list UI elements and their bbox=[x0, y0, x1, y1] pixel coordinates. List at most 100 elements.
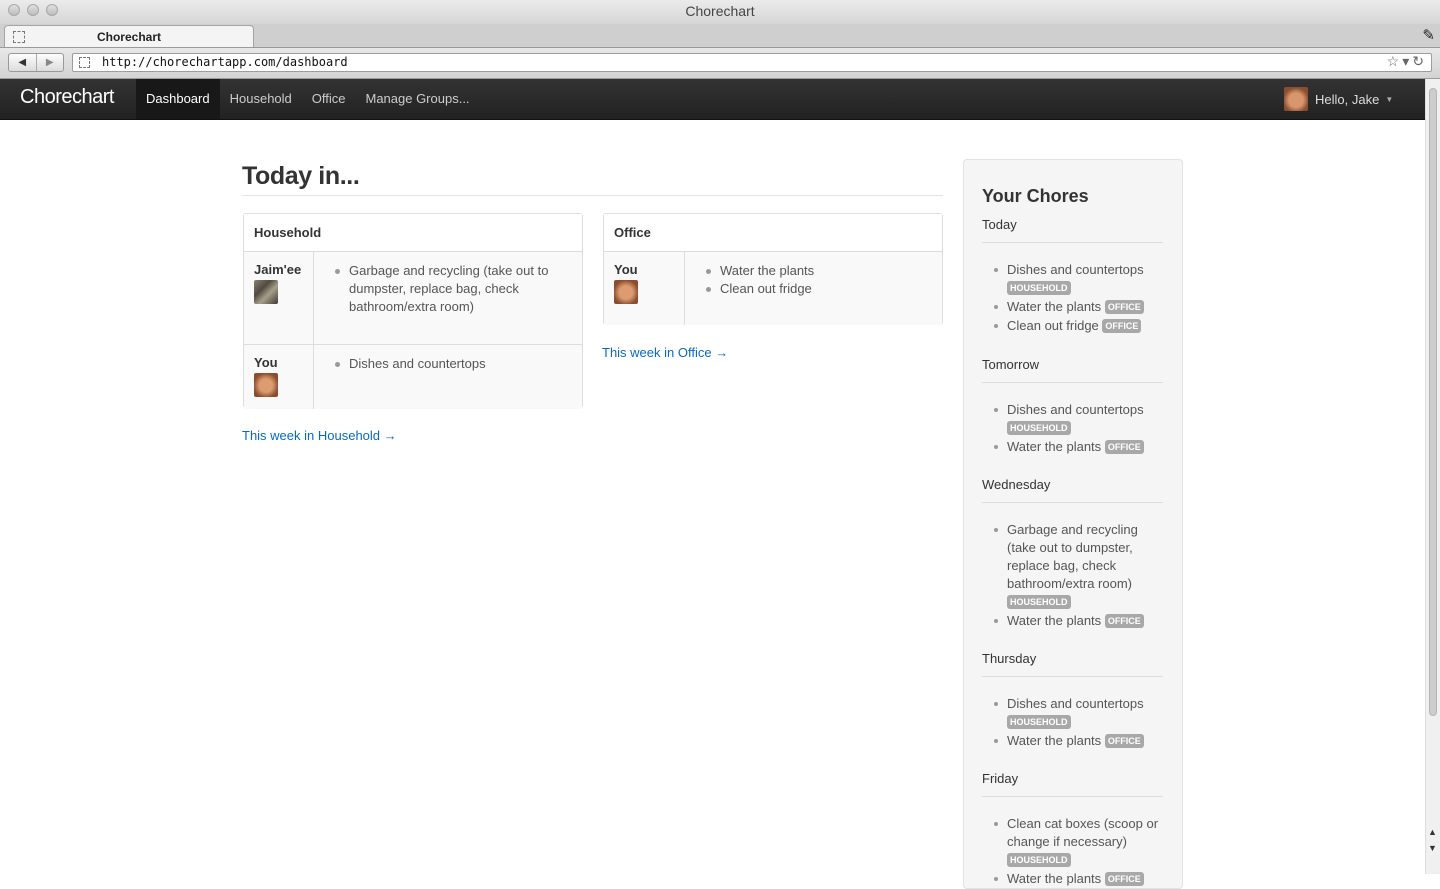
avatar bbox=[614, 280, 638, 304]
user-avatar bbox=[1284, 87, 1308, 111]
chore-text: Dishes and countertops bbox=[1007, 262, 1144, 277]
group-badge: HOUSEHOLD bbox=[1007, 853, 1071, 867]
person-name: You bbox=[254, 355, 278, 370]
group-header: Office bbox=[604, 214, 942, 252]
user-greeting: Hello, Jake bbox=[1315, 91, 1380, 107]
nav-manage-groups[interactable]: Manage Groups... bbox=[355, 79, 479, 119]
day-chore-list: Dishes and countertops HOUSEHOLD Water t… bbox=[994, 401, 1167, 457]
person-cell: Jaim'ee bbox=[244, 252, 314, 344]
page-title: Today in... bbox=[242, 162, 360, 190]
browser-tab[interactable]: Chorechart bbox=[4, 25, 254, 47]
window-title: Chorechart bbox=[685, 3, 755, 19]
chore-text: Dishes and countertops bbox=[1007, 696, 1144, 711]
day-heading: Today bbox=[982, 217, 1017, 232]
group-card-office: Office You Water the plants Clean out fr… bbox=[603, 213, 943, 325]
list-item: Water the plants OFFICE bbox=[994, 870, 1167, 888]
avatar bbox=[254, 280, 278, 304]
main-nav: Dashboard Household Office Manage Groups… bbox=[136, 79, 480, 119]
group-header: Household bbox=[244, 214, 582, 252]
day-heading: Thursday bbox=[982, 651, 1037, 666]
minimize-window-button[interactable] bbox=[27, 4, 39, 16]
nav-dashboard[interactable]: Dashboard bbox=[136, 79, 220, 119]
tab-bar: Chorechart ✎ bbox=[0, 24, 1440, 48]
chore-text: Water the plants bbox=[1007, 439, 1102, 454]
day-divider bbox=[982, 242, 1163, 243]
list-item: Dishes and countertops HOUSEHOLD bbox=[994, 401, 1167, 437]
list-item: Water the plants OFFICE bbox=[994, 612, 1167, 630]
scroll-up-icon[interactable]: ▲ bbox=[1428, 827, 1437, 837]
group-badge: HOUSEHOLD bbox=[1007, 421, 1071, 435]
week-household-link[interactable]: This week in Household → bbox=[242, 428, 397, 443]
list-item: Garbage and recycling (take out to dumps… bbox=[994, 521, 1167, 611]
list-item: Water the plants bbox=[706, 262, 932, 280]
day-heading: Friday bbox=[982, 771, 1019, 786]
reload-icon[interactable]: ↻ bbox=[1412, 53, 1427, 69]
chores-cell: Dishes and countertops bbox=[314, 345, 582, 409]
week-office-link[interactable]: This week in Office → bbox=[602, 345, 728, 360]
page-scrollbar[interactable]: ▲ ▼ bbox=[1425, 79, 1440, 874]
group-badge: OFFICE bbox=[1102, 319, 1142, 333]
table-row: Jaim'ee Garbage and recycling (take out … bbox=[244, 252, 582, 345]
nav-household[interactable]: Household bbox=[220, 79, 302, 119]
chore-text: Clean cat boxes (scoop or change if nece… bbox=[1007, 816, 1159, 849]
dropdown-arrow-icon[interactable]: ▾ bbox=[1402, 53, 1412, 69]
list-item: Clean out fridge OFFICE bbox=[994, 317, 1167, 335]
day-divider bbox=[982, 502, 1163, 503]
caret-down-icon: ▼ bbox=[1385, 94, 1394, 104]
user-menu[interactable]: Hello, Jake ▼ bbox=[1284, 87, 1393, 111]
url-bar-actions: ☆▾↻ bbox=[1387, 53, 1427, 70]
list-item: Water the plants OFFICE bbox=[994, 438, 1167, 456]
url-favicon-icon bbox=[79, 57, 90, 68]
group-badge: HOUSEHOLD bbox=[1007, 281, 1071, 295]
chore-text: Water the plants bbox=[1007, 299, 1102, 314]
address-bar[interactable]: http://chorechartapp.com/dashboard ☆▾↻ bbox=[72, 53, 1432, 72]
person-name: Jaim'ee bbox=[254, 262, 302, 277]
group-badge: HOUSEHOLD bbox=[1007, 595, 1071, 609]
list-item: Clean cat boxes (scoop or change if nece… bbox=[994, 815, 1167, 869]
back-button[interactable]: ◀ bbox=[9, 54, 36, 71]
list-item: Water the plants OFFICE bbox=[994, 298, 1167, 316]
zoom-window-button[interactable] bbox=[46, 4, 58, 16]
group-badge: OFFICE bbox=[1104, 734, 1144, 748]
group-badge: OFFICE bbox=[1104, 872, 1144, 886]
forward-button[interactable]: ▶ bbox=[35, 54, 64, 71]
chores-cell: Water the plants Clean out fridge bbox=[685, 252, 942, 325]
chore-text: Clean out fridge bbox=[1007, 318, 1099, 333]
day-divider bbox=[982, 382, 1163, 383]
list-item: Clean out fridge bbox=[706, 280, 932, 298]
group-badge: OFFICE bbox=[1104, 300, 1144, 314]
group-badge: OFFICE bbox=[1104, 440, 1144, 454]
chore-text: Water the plants bbox=[1007, 613, 1102, 628]
person-cell: You bbox=[604, 252, 685, 325]
day-divider bbox=[982, 796, 1163, 797]
scrollbar-thumb[interactable] bbox=[1429, 88, 1437, 716]
day-chore-list: Clean cat boxes (scoop or change if nece… bbox=[994, 815, 1167, 889]
scroll-down-icon[interactable]: ▼ bbox=[1428, 843, 1437, 853]
browser-toolbar: ◀ ▶ http://chorechartapp.com/dashboard ☆… bbox=[0, 48, 1440, 79]
chore-text: Dishes and countertops bbox=[1007, 402, 1144, 417]
list-item: Dishes and countertops HOUSEHOLD bbox=[994, 695, 1167, 731]
nav-office[interactable]: Office bbox=[302, 79, 356, 119]
window-controls bbox=[8, 4, 58, 16]
close-window-button[interactable] bbox=[8, 4, 20, 16]
list-item: Garbage and recycling (take out to dumps… bbox=[335, 262, 572, 316]
sidebar-title: Your Chores bbox=[982, 186, 1089, 206]
bookmark-star-icon[interactable]: ☆ bbox=[1387, 53, 1403, 69]
tab-title: Chorechart bbox=[96, 30, 161, 44]
page-favicon-icon bbox=[13, 31, 25, 43]
person-name: You bbox=[614, 262, 638, 277]
day-chore-list: Garbage and recycling (take out to dumps… bbox=[994, 521, 1167, 631]
day-heading: Tomorrow bbox=[982, 357, 1040, 372]
day-heading: Wednesday bbox=[982, 477, 1051, 492]
person-cell: You bbox=[244, 345, 314, 409]
day-chore-list: Dishes and countertops HOUSEHOLD Water t… bbox=[994, 261, 1167, 336]
url-text[interactable]: http://chorechartapp.com/dashboard bbox=[102, 55, 348, 69]
brand-logo[interactable]: Chorechart bbox=[20, 86, 114, 109]
activity-icon[interactable]: ✎ bbox=[1422, 26, 1435, 44]
table-row: You Dishes and countertops bbox=[244, 345, 582, 409]
chore-text: Water the plants bbox=[1007, 871, 1102, 886]
chores-cell: Garbage and recycling (take out to dumps… bbox=[314, 252, 582, 344]
avatar bbox=[254, 373, 278, 397]
day-divider bbox=[982, 676, 1163, 677]
window-titlebar: Chorechart bbox=[0, 0, 1440, 24]
